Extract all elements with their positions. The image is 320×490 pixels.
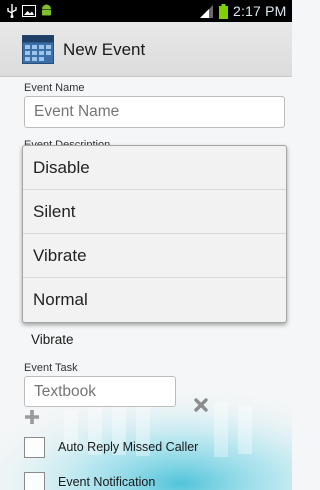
usb-icon (7, 4, 17, 18)
android-icon (42, 4, 51, 16)
checkbox-box[interactable] (24, 437, 45, 458)
ring-mode-value[interactable]: Vibrate (31, 332, 74, 347)
checkbox-event-notification[interactable]: Event Notification (24, 472, 264, 490)
status-time: 2:17 PM (233, 3, 287, 19)
signal-icon (200, 5, 213, 18)
event-name-label: Event Name (24, 82, 85, 94)
ring-mode-dropdown: Disable Silent Vibrate Normal (22, 145, 287, 323)
dropdown-option-silent[interactable]: Silent (23, 190, 286, 234)
status-bar: 2:17 PM (0, 0, 292, 22)
checkbox-auto-reply[interactable]: Auto Reply Missed Caller (24, 437, 264, 461)
event-task-label: Event Task (24, 362, 78, 374)
checkbox-label: Event Notification (58, 475, 156, 489)
dropdown-option-normal[interactable]: Normal (23, 278, 286, 322)
dropdown-option-vibrate[interactable]: Vibrate (23, 234, 286, 278)
close-icon[interactable] (193, 397, 209, 413)
action-bar: New Event (0, 22, 292, 77)
calendar-icon (22, 35, 54, 64)
page-title: New Event (63, 40, 146, 59)
event-task-field[interactable] (24, 376, 176, 407)
dropdown-option-disable[interactable]: Disable (23, 146, 286, 190)
checkbox-box[interactable] (24, 472, 45, 490)
checkbox-label: Auto Reply Missed Caller (58, 440, 199, 454)
event-name-field[interactable] (24, 96, 285, 128)
picture-icon (22, 5, 36, 17)
plus-icon[interactable] (24, 409, 40, 425)
battery-icon (219, 4, 228, 19)
